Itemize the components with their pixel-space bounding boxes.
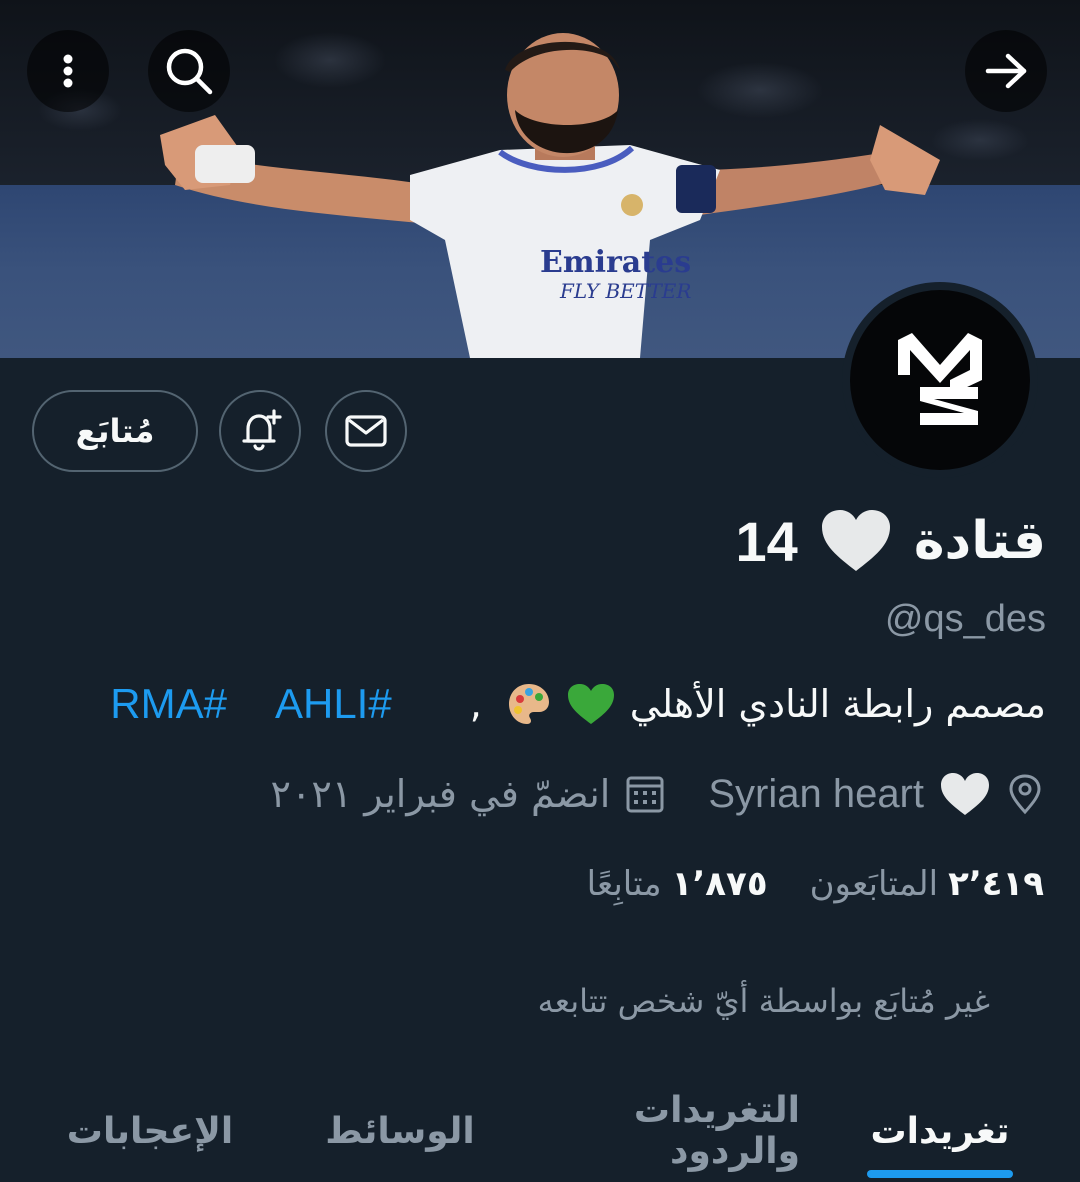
tab-label: الإعجابات [66,1110,234,1152]
more-vertical-icon [63,54,73,88]
message-button[interactable] [325,390,407,472]
following-button-label: مُتابَع [75,412,155,450]
search-icon [166,48,213,95]
location-pin-icon [1009,774,1041,815]
following-button[interactable]: مُتابَع [32,390,198,472]
profile-location: Syrian heart [708,771,924,816]
followers-count: ٢٬٤١٩ [948,864,1044,904]
tab-label: الوسائط [325,1110,475,1152]
profile-stats: ٢٬٤١٩المتابَعون ١٬٨٧٥متابِعًا [34,864,1044,904]
followers-link[interactable]: ٢٬٤١٩المتابَعون [810,864,1044,904]
followers-label: المتابَعون [809,864,939,904]
following-link[interactable]: ١٬٨٧٥متابِعًا [587,864,768,904]
search-button[interactable] [148,30,230,112]
calendar-icon [626,776,664,813]
tab-label: تغريدات [870,1110,1010,1152]
profile-bio: مصمم رابطة النادي الأهلي , #AHLI #RMA [46,680,1046,728]
hashtag-link[interactable]: #RMA [110,680,227,728]
back-button[interactable] [965,30,1047,112]
profile-meta: Syrian heart انضمّ في فبراير ٢٠٢١ [34,770,1044,818]
tab-label: التغريدات والردود [633,1090,800,1172]
profile-handle: @qs_des [884,598,1046,640]
heart-icon [821,510,890,571]
profile-page: Emirates FLY BETTER مُتابَع قتادة 14 @qs… [0,0,1080,1182]
notifications-button[interactable] [219,390,301,472]
profile-name: قتادة 14 [736,506,1046,576]
tab-media[interactable]: الوسائط [300,1080,500,1182]
profile-tabs: تغريدات التغريدات والردود الوسائط الإعجا… [0,1080,1080,1182]
profile-join-date: انضمّ في فبراير ٢٠٢١ [270,772,611,816]
avatar[interactable] [842,282,1038,478]
hashtag-link[interactable]: #AHLI [275,680,392,728]
svg-text:Emirates: Emirates [540,245,691,280]
active-tab-indicator [867,1170,1013,1178]
heart-icon [941,773,989,815]
display-name-suffix: 14 [735,509,798,573]
arrow-right-icon [985,53,1027,89]
tab-likes[interactable]: الإعجابات [0,1080,300,1182]
avatar-logo-icon [898,333,982,425]
avatar-image [850,290,1030,470]
palette-icon [508,684,549,724]
bio-separator: , [469,682,482,726]
envelope-icon [345,415,387,447]
more-options-button[interactable] [27,30,109,112]
tab-tweets[interactable]: تغريدات [800,1080,1080,1182]
display-name: قتادة [913,511,1046,571]
following-count: ١٬٨٧٥ [671,864,768,904]
bell-plus-icon [242,409,282,451]
not-followed-notice: غير مُتابَع بواسطة أيّ شخص تتابعه [537,982,990,1020]
following-label: متابِعًا [586,864,662,904]
svg-text:FLY BETTER: FLY BETTER [559,279,691,303]
bio-text: مصمم رابطة النادي الأهلي [629,682,1046,726]
green-heart-icon [567,684,614,724]
tab-tweets-and-replies[interactable]: التغريدات والردود [500,1080,800,1182]
